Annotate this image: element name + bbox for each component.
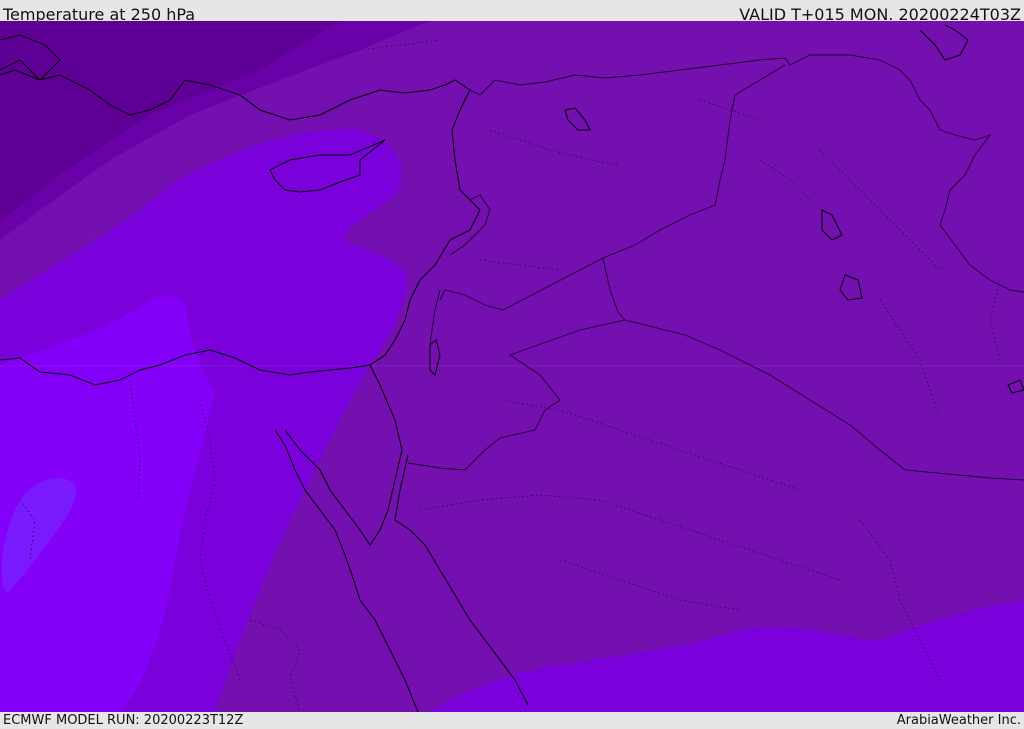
weather-map — [0, 21, 1024, 712]
model-run: ECMWF MODEL RUN: 20200223T12Z — [3, 713, 244, 728]
header-bar: Temperature at 250 hPa VALID T+015 MON. … — [0, 0, 1024, 24]
credit: ArabiaWeather Inc. — [896, 713, 1021, 728]
map-svg — [0, 21, 1024, 712]
footer-bar: ECMWF MODEL RUN: 20200223T12Z ArabiaWeat… — [0, 712, 1024, 729]
